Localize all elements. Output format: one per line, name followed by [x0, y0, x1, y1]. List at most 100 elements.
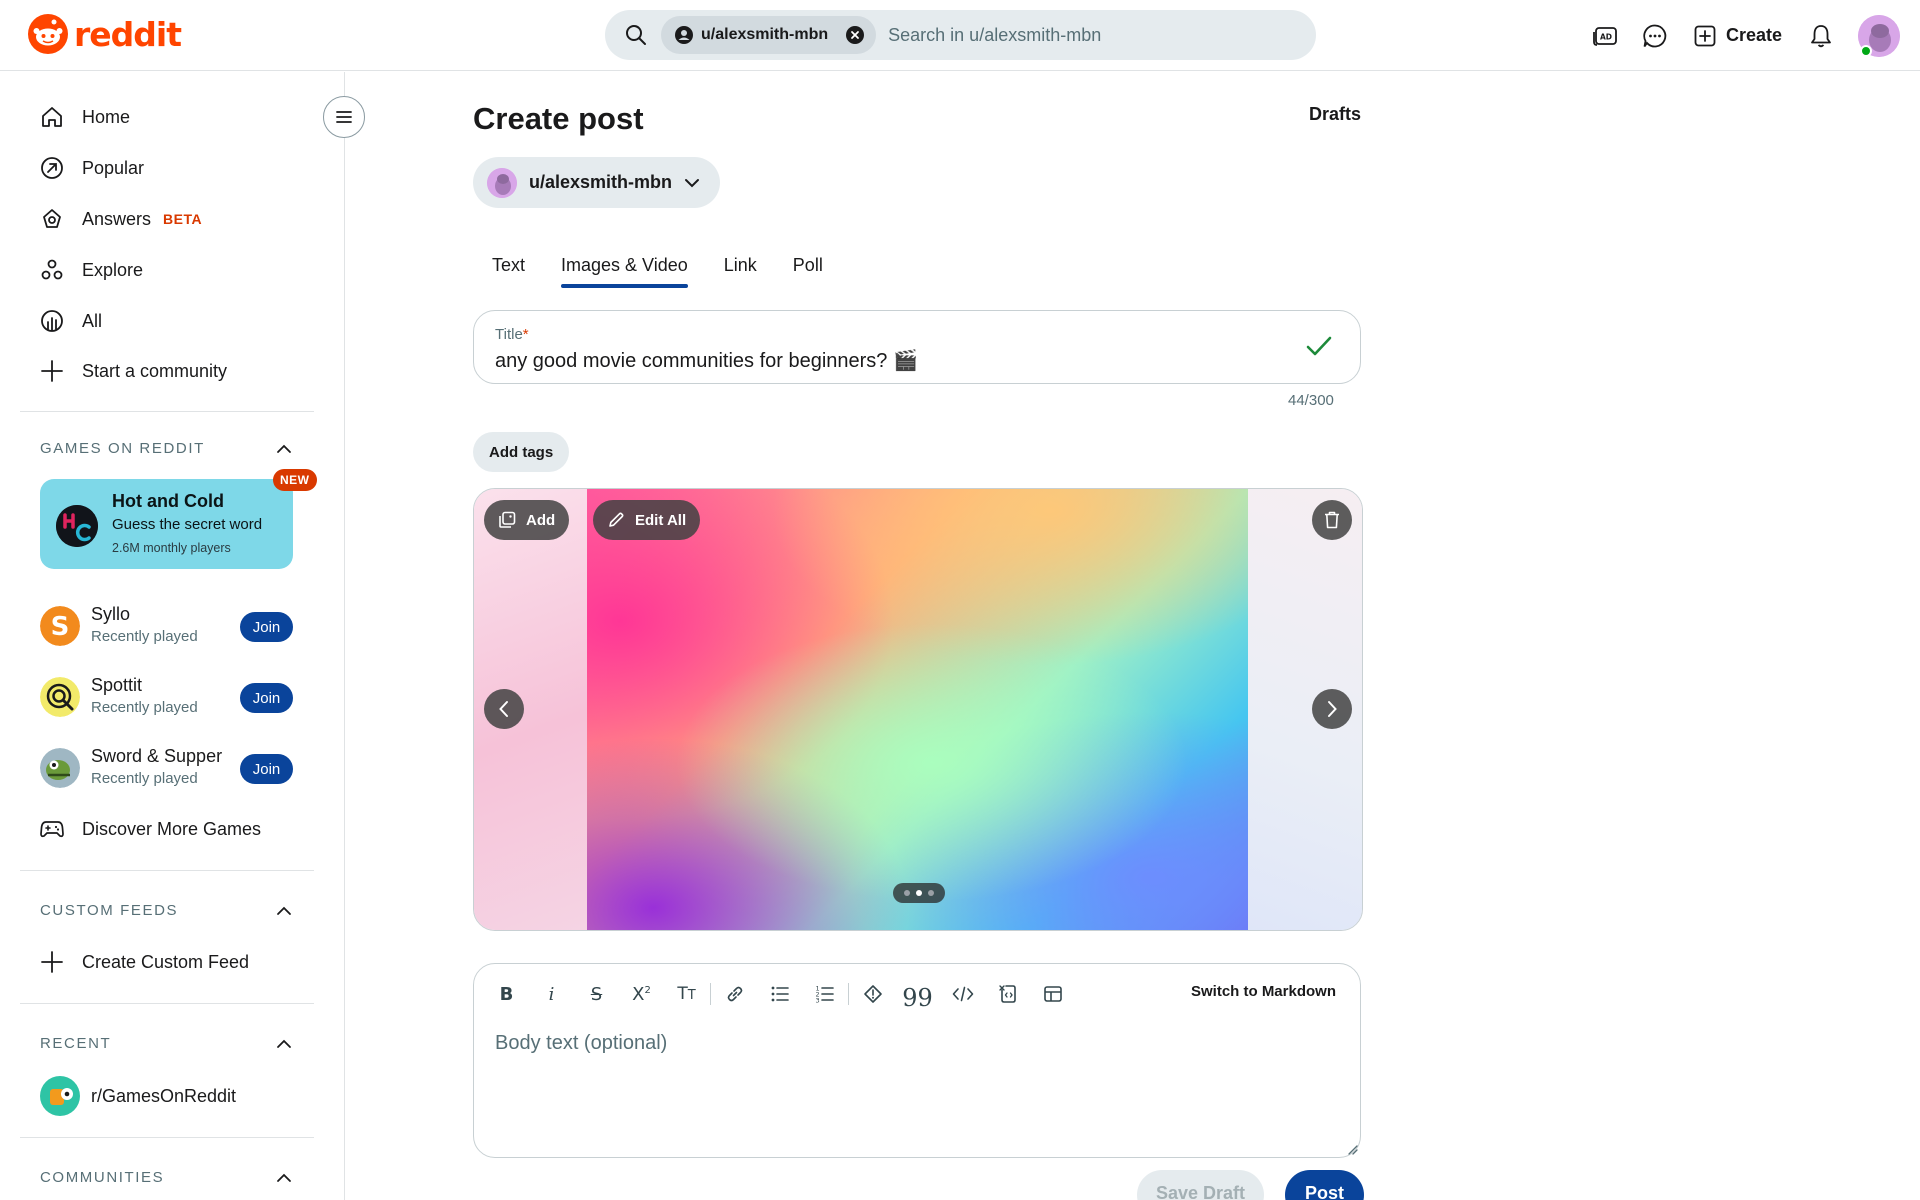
pagination-dot[interactable] [904, 890, 910, 896]
chevron-up-icon [277, 906, 291, 915]
game-row-spottit[interactable]: Spottit Recently played Join [40, 671, 293, 721]
edit-all-label: Edit All [635, 511, 687, 529]
resize-handle-icon[interactable] [1346, 1143, 1358, 1155]
chat-icon[interactable] [1630, 11, 1680, 61]
page-title: Create post [473, 101, 644, 136]
sidebar-item-answers[interactable]: Answers BETA [40, 199, 202, 239]
formatting-toolbar: B i S X2 TT 123 99 [484, 976, 1075, 1012]
sword-supper-icon [40, 748, 80, 788]
join-button[interactable]: Join [240, 754, 293, 784]
tab-link[interactable]: Link [706, 240, 775, 290]
user-avatar[interactable] [1858, 14, 1900, 57]
featured-game-card[interactable]: Hot and Cold Guess the secret word 2.6M … [40, 479, 293, 569]
spoiler-icon[interactable] [850, 976, 895, 1012]
game-name: Sword & Supper [91, 746, 223, 766]
sidebar-item-label: Popular [82, 157, 145, 178]
superscript-icon[interactable]: X2 [619, 976, 664, 1012]
post-button[interactable]: Post [1285, 1170, 1365, 1200]
spottit-icon [40, 677, 80, 717]
beta-badge: BETA [163, 211, 203, 227]
italic-icon[interactable]: i [529, 976, 574, 1012]
ads-icon[interactable]: AD [1580, 11, 1630, 61]
sidebar-item-popular[interactable]: Popular [40, 148, 144, 188]
menu-icon [336, 111, 352, 123]
clear-scope-icon[interactable] [846, 26, 865, 44]
create-custom-feed[interactable]: Create Custom Feed [40, 942, 249, 982]
section-title: RECENT [40, 1035, 112, 1052]
svg-text:3: 3 [815, 997, 819, 1004]
section-title: CUSTOM FEEDS [40, 902, 179, 919]
recent-item-gamesonreddit[interactable]: r/GamesOnReddit [40, 1076, 236, 1116]
link-icon[interactable] [712, 976, 757, 1012]
search-scope-chip[interactable]: u/alexsmith-mbn [661, 16, 877, 54]
game-player-count: 2.6M monthly players [112, 541, 231, 555]
tab-text[interactable]: Text [473, 240, 543, 290]
title-field[interactable]: Title* any good movie communities for be… [473, 310, 1361, 384]
pagination-dot[interactable] [928, 890, 934, 896]
tab-poll[interactable]: Poll [775, 240, 841, 290]
explore-icon [40, 258, 82, 282]
chevron-up-icon [277, 1039, 291, 1048]
sidebar-item-home[interactable]: Home [40, 97, 130, 137]
next-image-button[interactable] [1312, 689, 1352, 729]
current-image [587, 489, 1250, 930]
tab-images-video[interactable]: Images & Video [543, 240, 706, 290]
custom-feeds-header[interactable]: CUSTOM FEEDS [40, 902, 292, 919]
game-logo [56, 505, 98, 547]
notification-icon[interactable] [1796, 11, 1846, 61]
games-section-header[interactable]: GAMES ON REDDIT [40, 440, 292, 457]
check-icon [1306, 336, 1332, 356]
discover-more-games[interactable]: Discover More Games [40, 809, 261, 849]
sidebar-divider [20, 1137, 314, 1138]
add-tags-button[interactable]: Add tags [473, 432, 570, 472]
search-bar[interactable]: u/alexsmith-mbn Search in u/alexsmith-mb… [605, 10, 1316, 60]
user-icon [675, 26, 693, 44]
sidebar-item-all[interactable]: All [40, 301, 102, 341]
bold-icon[interactable]: B [484, 976, 529, 1012]
save-draft-button[interactable]: Save Draft [1137, 1170, 1265, 1200]
community-selector[interactable]: u/alexsmith-mbn [473, 157, 721, 208]
add-media-button[interactable]: Add [484, 500, 570, 540]
title-input[interactable]: any good movie communities for beginners… [495, 348, 918, 373]
game-title: Hot and Cold [112, 491, 224, 511]
pagination-dot-active[interactable] [916, 890, 922, 896]
numbered-list-icon[interactable]: 123 [802, 976, 847, 1012]
collapse-sidebar-button[interactable] [323, 96, 365, 138]
delete-media-button[interactable] [1312, 500, 1352, 540]
home-icon [40, 105, 82, 129]
bullet-list-icon[interactable] [757, 976, 802, 1012]
join-button[interactable]: Join [240, 683, 293, 713]
heading-icon[interactable]: TT [664, 976, 709, 1012]
edit-all-button[interactable]: Edit All [593, 500, 701, 540]
title-char-count: 44/300 [1288, 392, 1334, 409]
chevron-up-icon [277, 1173, 291, 1182]
join-button[interactable]: Join [240, 612, 293, 642]
table-icon[interactable] [1030, 976, 1075, 1012]
strikethrough-icon[interactable]: S [574, 976, 619, 1012]
sidebar-item-explore[interactable]: Explore [40, 250, 143, 290]
new-badge: NEW [273, 469, 317, 491]
create-button[interactable]: Create [1680, 14, 1796, 58]
previous-image-button[interactable] [484, 689, 524, 729]
game-row-sword-supper[interactable]: Sword & Supper Recently played Join [40, 742, 293, 792]
reddit-logo[interactable]: reddit [28, 14, 182, 54]
body-text-input[interactable]: Body text (optional) [495, 1032, 667, 1055]
game-row-syllo[interactable]: S Syllo Recently played Join [40, 600, 293, 650]
game-name: Syllo [91, 604, 131, 624]
body-editor[interactable]: B i S X2 TT 123 99 Switch to Markdown Bo… [473, 963, 1361, 1158]
chevron-left-icon [499, 701, 508, 717]
game-status: Recently played [91, 628, 198, 645]
drafts-link[interactable]: Drafts [1309, 104, 1361, 125]
search-input[interactable]: Search in u/alexsmith-mbn [888, 25, 1101, 46]
quote-icon[interactable]: 99 [895, 976, 940, 1012]
switch-to-markdown-button[interactable]: Switch to Markdown [1191, 983, 1336, 1000]
recent-item-label: r/GamesOnReddit [91, 1085, 237, 1106]
toolbar-divider [710, 983, 711, 1005]
code-icon[interactable] [940, 976, 985, 1012]
recent-header[interactable]: RECENT [40, 1035, 292, 1052]
sidebar-item-start-community[interactable]: Start a community [40, 351, 227, 391]
community-avatar [40, 1076, 91, 1116]
communities-header[interactable]: COMMUNITIES [40, 1169, 292, 1186]
code-block-icon[interactable] [985, 976, 1030, 1012]
sidebar-item-label: Start a community [82, 360, 228, 381]
